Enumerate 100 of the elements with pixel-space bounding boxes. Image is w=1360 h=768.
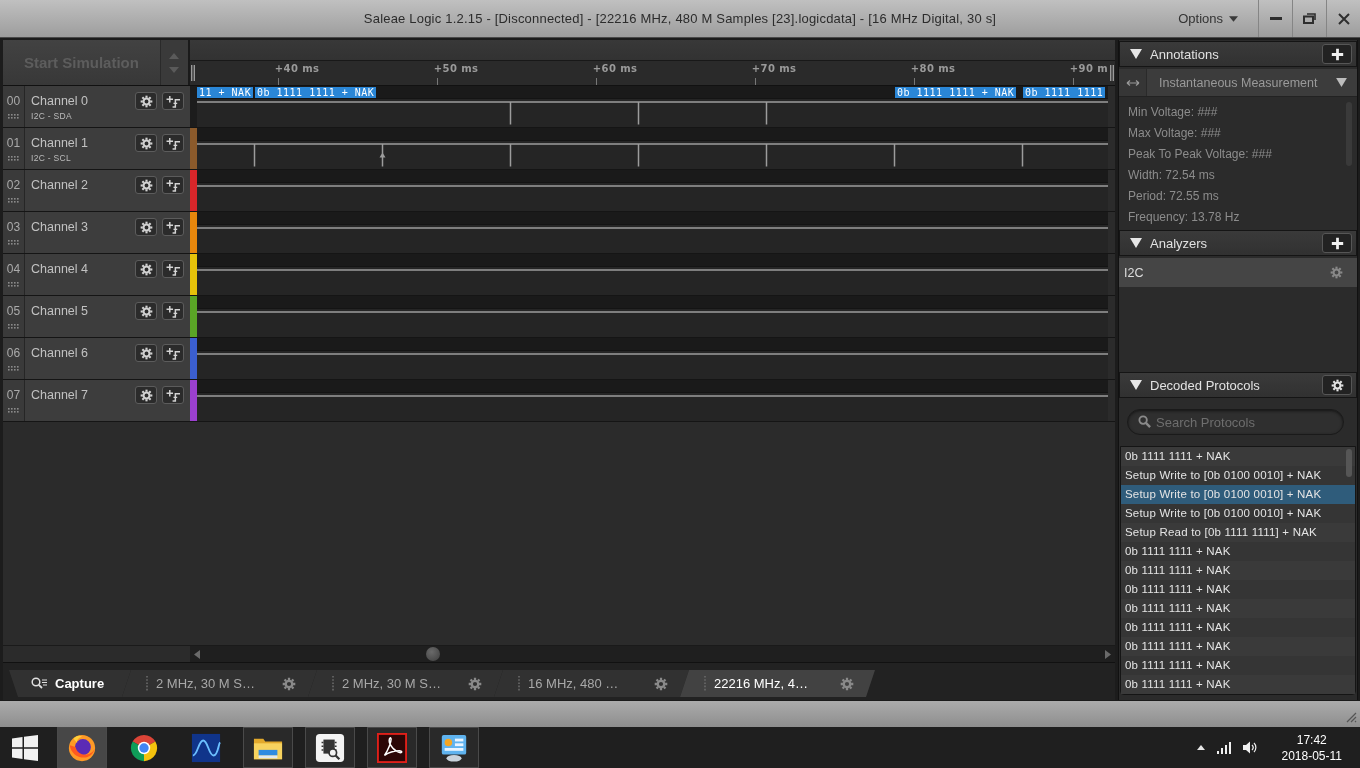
protocol-row[interactable]: 0b 1111 1111 + NAK [1121,542,1355,561]
handle-icon[interactable] [1109,65,1114,81]
add-trigger-button[interactable] [162,176,184,194]
add-trigger-button[interactable] [162,302,184,320]
gear-icon [139,304,153,318]
channel-settings-button[interactable] [135,344,157,362]
protocol-row[interactable]: Setup Write to [0b 0100 0010] + NAK [1121,485,1355,504]
scroll-thumb[interactable] [1346,449,1352,477]
clock-date[interactable]: 2018-05-11 [1281,747,1342,764]
protocol-row[interactable]: 0b 1111 1111 + NAK [1121,618,1355,637]
signal-icon[interactable] [1216,741,1231,754]
add-trigger-button[interactable] [162,260,184,278]
gear-icon[interactable] [1330,266,1343,279]
measurement-text: Max Voltage: ### [1128,125,1222,142]
right-arrow-icon[interactable] [1105,649,1111,659]
four-panes-icon [12,734,38,761]
up-arrow-icon [169,52,180,59]
down-triangle-icon[interactable] [1130,380,1142,390]
add-trigger-button[interactable] [162,344,184,362]
down-triangle-icon[interactable] [1130,238,1142,248]
measurement-text: Peak To Peak Voltage: ### [1128,146,1273,163]
channel-settings-button[interactable] [135,260,157,278]
grip-icon[interactable] [8,156,19,161]
chevron-up-icon[interactable] [1196,745,1205,750]
gear-icon [139,346,153,360]
protocol-row[interactable]: 0b 1111 1111 + NAK [1121,580,1355,599]
grip-icon[interactable] [8,282,19,287]
swirl-icon [377,732,407,763]
grip-icon[interactable] [8,366,19,371]
measurement-dropdown[interactable]: Instantaneous Measurement [1147,69,1357,96]
speaker-icon[interactable] [1242,741,1258,754]
protocol-row[interactable]: Setup Write to [0b 0100 0010] + NAK [1121,504,1355,523]
protocol-settings-button[interactable] [1322,375,1352,395]
taskbar-app[interactable] [243,727,293,768]
grip-icon[interactable] [8,324,19,329]
channel-settings-button[interactable] [135,386,157,404]
plus-edge-icon [165,94,181,108]
channel-number: 04 [6,262,21,276]
spin-control[interactable] [159,40,190,85]
analyzer-item[interactable]: I2C [1119,258,1357,287]
session-tab[interactable]: 2 MHz, 30 M S… [122,670,317,697]
session-tab[interactable]: 16 MHz, 480 … [494,670,689,697]
protocol-row[interactable]: 0b 1111 1111 + NAK [1121,637,1355,656]
session-tab[interactable]: 22216 MHz, 4… [680,670,875,697]
gear-icon [139,262,153,276]
horizontal-scrollbar[interactable] [190,646,1115,662]
add-trigger-button[interactable] [162,134,184,152]
taskbar-app[interactable] [305,727,355,768]
channel-number: 05 [6,304,21,318]
channel-settings-button[interactable] [135,176,157,194]
grip-icon[interactable] [8,240,19,245]
plus-edge-icon [165,388,181,402]
gear-icon [468,676,482,691]
chip-icon [315,732,345,763]
channel-settings-button[interactable] [135,92,157,110]
channel-settings-button[interactable] [135,302,157,320]
double-arrow-icon[interactable] [1125,78,1140,87]
resize-grip-icon[interactable] [1346,712,1357,723]
clock-time[interactable]: 17:42 [1296,731,1327,748]
protocol-row[interactable]: 0b 1111 1111 + NAK [1121,656,1355,675]
protocol-row[interactable]: 0b 1111 1111 + NAK [1121,599,1355,618]
add-annotation-button[interactable] [1322,44,1352,64]
protocol-row[interactable]: 0b 1111 1111 + NAK [1121,447,1355,466]
down-triangle-icon[interactable] [1130,49,1142,59]
add-analyzer-button[interactable] [1322,233,1352,253]
options-menu[interactable]: Options [1178,0,1258,37]
session-tab[interactable]: Capture [9,670,131,697]
grip-icon[interactable] [8,114,19,119]
globe-icon [67,732,97,763]
left-arrow-icon[interactable] [194,649,200,659]
grip-icon[interactable] [8,198,19,203]
decode-label: 0b 1111 1111 + NAK [255,87,377,98]
gear-icon [840,676,854,691]
taskbar-app[interactable] [367,727,417,768]
taskbar-app[interactable] [429,727,479,768]
channel-settings-button[interactable] [135,134,157,152]
channel-name: Channel 0 [31,94,89,108]
panel-title: Annotations [1150,46,1220,62]
measurement-text: Width: 72.54 ms [1128,167,1216,184]
handle-icon[interactable] [191,65,196,81]
gear-icon [139,136,153,150]
channel-number: 01 [6,136,21,150]
add-trigger-button[interactable] [162,386,184,404]
session-tab[interactable]: 2 MHz, 30 M S… [308,670,503,697]
search-icon [1138,415,1151,428]
gear-icon [139,388,153,402]
channel-name: Channel 2 [31,178,89,192]
protocol-row[interactable]: Setup Read to [0b 1111 1111] + NAK [1121,523,1355,542]
protocol-row[interactable]: 0b 1111 1111 + NAK [1121,675,1355,694]
grip-icon[interactable] [8,408,19,413]
channel-number: 06 [6,346,21,360]
add-trigger-button[interactable] [162,218,184,236]
scroll-thumb[interactable] [426,647,440,661]
protocol-row[interactable]: Setup Write to [0b 0100 0010] + NAK [1121,466,1355,485]
search-field[interactable]: Search Protocols [1127,409,1344,435]
channel-settings-button[interactable] [135,218,157,236]
signal-label: I2C - SDA [31,111,73,122]
gear-icon [139,220,153,234]
add-trigger-button[interactable] [162,92,184,110]
protocol-row[interactable]: 0b 1111 1111 + NAK [1121,561,1355,580]
